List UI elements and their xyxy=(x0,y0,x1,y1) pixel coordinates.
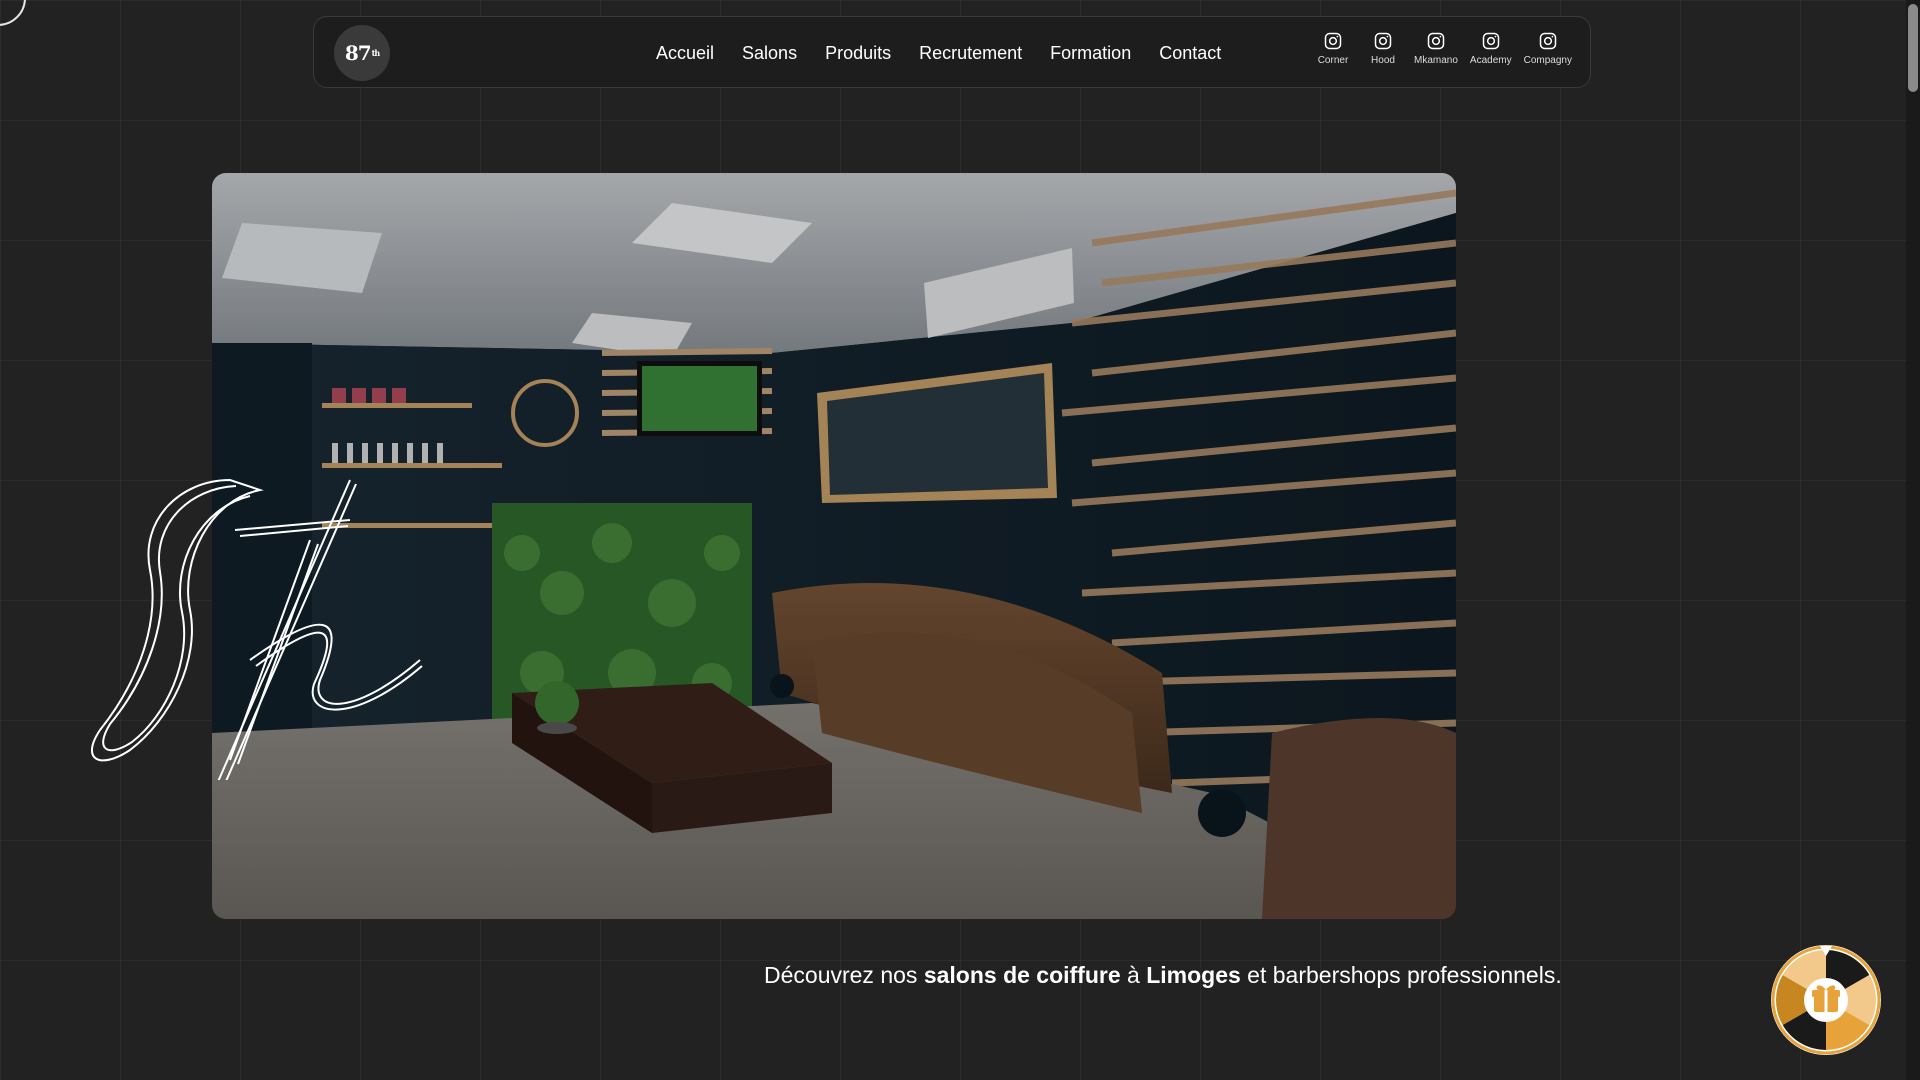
corner-circle-badge[interactable] xyxy=(0,0,26,26)
nav-link-recrutement[interactable]: Recrutement xyxy=(919,43,1022,64)
instagram-icon xyxy=(1539,32,1557,50)
social-links: Corner Hood Mkamano Academy Compagny xyxy=(1314,31,1572,66)
instagram-icon xyxy=(1482,32,1499,50)
nav-link-salons[interactable]: Salons xyxy=(742,43,797,64)
tagline-part-3: et barbershops professionnels. xyxy=(1240,962,1562,988)
prize-wheel xyxy=(1771,945,1881,1055)
instagram-icon xyxy=(1374,32,1392,50)
nav-links: Accueil Salons Produits Recrutement Form… xyxy=(656,17,1221,89)
tagline-bold-1: salons de coiffure xyxy=(923,962,1121,988)
social-label: Mkamano xyxy=(1414,55,1458,66)
tagline-bold-2: Limoges xyxy=(1146,962,1241,988)
top-navbar: 87th Accueil Salons Produits Recrutement… xyxy=(313,16,1591,88)
social-label: Compagny xyxy=(1523,55,1572,66)
social-link-hood[interactable]: Hood xyxy=(1364,31,1402,66)
logo-text: 87 xyxy=(344,41,372,65)
nav-link-formation[interactable]: Formation xyxy=(1050,43,1131,64)
social-link-compagny[interactable]: Compagny xyxy=(1524,31,1572,66)
hero-tagline: Découvrez nos salons de coiffure à Limog… xyxy=(764,962,1562,989)
social-link-mkamano[interactable]: Mkamano xyxy=(1414,31,1458,66)
instagram-icon xyxy=(1324,32,1342,50)
nav-link-contact[interactable]: Contact xyxy=(1159,43,1221,64)
social-link-corner[interactable]: Corner xyxy=(1314,31,1352,66)
social-link-academy[interactable]: Academy xyxy=(1470,31,1512,66)
social-label: Corner xyxy=(1317,55,1349,66)
logo-sup: th xyxy=(371,48,380,58)
salon-illustration xyxy=(212,173,1456,919)
scrollbar-thumb[interactable] xyxy=(1908,4,1918,92)
nav-link-produits[interactable]: Produits xyxy=(825,43,891,64)
tagline-part-1: Découvrez nos xyxy=(764,962,924,988)
instagram-icon xyxy=(1427,32,1445,50)
gift-wheel-button[interactable] xyxy=(1770,944,1882,1056)
social-label: Hood xyxy=(1371,55,1395,66)
page-scrollbar[interactable] xyxy=(1906,0,1920,1080)
tagline-part-2: à xyxy=(1120,962,1147,988)
social-label: Academy xyxy=(1469,55,1512,66)
hero-salon-image xyxy=(212,173,1456,919)
brand-logo[interactable]: 87th xyxy=(334,25,390,81)
nav-link-accueil[interactable]: Accueil xyxy=(656,43,714,64)
